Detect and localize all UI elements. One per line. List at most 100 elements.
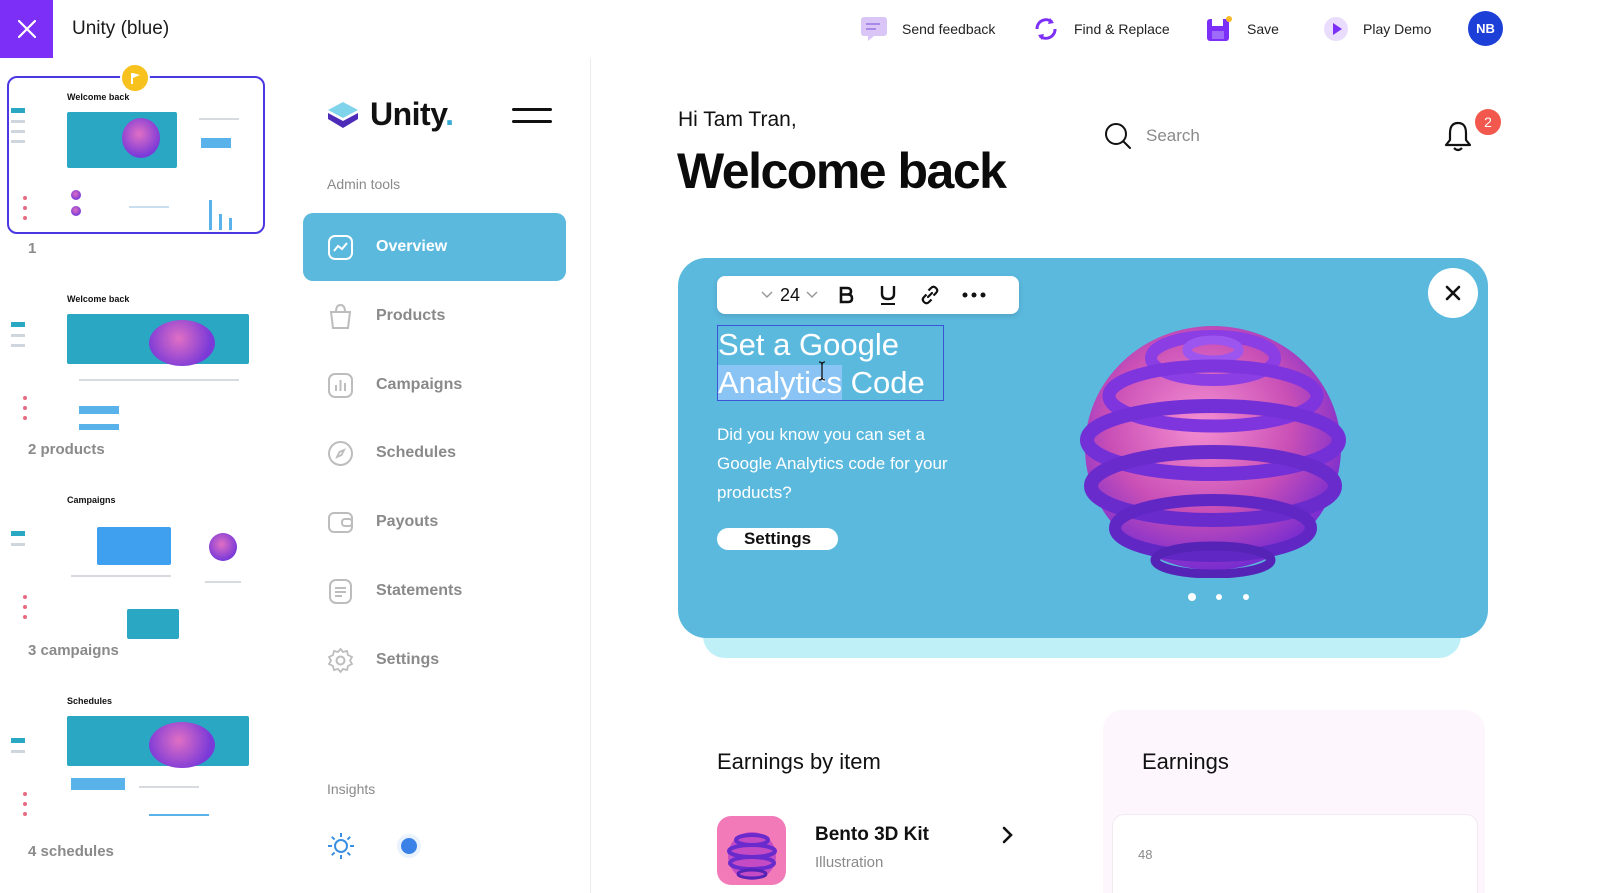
mini-bar <box>229 218 232 230</box>
mini-dot <box>23 416 27 420</box>
comment-pin[interactable] <box>120 63 150 93</box>
item-name: Bento 3D Kit <box>815 824 929 845</box>
close-button[interactable] <box>0 0 53 58</box>
sidebar-item-schedules[interactable]: Schedules <box>303 419 566 487</box>
mini-blob <box>209 533 237 561</box>
font-size-value: 24 <box>779 284 801 305</box>
mini-dot <box>23 216 27 220</box>
mini-stat <box>71 778 125 790</box>
sidebar-item-label: Campaigns <box>376 376 463 393</box>
find-replace-button[interactable]: Find & Replace <box>1032 14 1170 44</box>
wallet-icon <box>327 509 354 536</box>
mini-title: Schedules <box>67 696 113 706</box>
item-thumbnail <box>717 816 786 885</box>
font-family-select[interactable] <box>717 276 775 314</box>
link-button[interactable] <box>907 276 953 314</box>
close-icon <box>1445 285 1461 301</box>
play-demo-button[interactable]: Play Demo <box>1323 14 1431 44</box>
logo[interactable]: Unity. <box>326 96 454 133</box>
send-feedback-button[interactable]: Send feedback <box>860 14 995 44</box>
menu-line <box>512 108 552 111</box>
chevron-down-icon <box>761 291 773 299</box>
search-input[interactable] <box>1146 126 1296 146</box>
carousel-dot[interactable] <box>1216 594 1222 600</box>
mini-dot <box>23 595 27 599</box>
carousel-dot[interactable] <box>1243 594 1249 600</box>
mini-blob <box>122 118 160 158</box>
font-size-select[interactable]: 24 <box>775 276 823 314</box>
mini-line <box>79 379 239 381</box>
text-cursor-icon <box>818 361 826 381</box>
greeting: Hi Tam Tran, <box>678 108 797 131</box>
hero-heading[interactable]: Set a Google Analytics Code <box>718 326 958 402</box>
sidebar-item-payouts[interactable]: Payouts <box>303 488 566 556</box>
mini-nav <box>11 344 25 347</box>
save-label: Save <box>1247 21 1279 37</box>
carousel-dot[interactable] <box>1188 593 1196 601</box>
sidebar-item-overview[interactable]: Overview <box>303 213 566 281</box>
logo-word: Unity <box>370 96 446 132</box>
earnings-title: Earnings <box>1142 749 1229 774</box>
hero-card: 24 Set a Google Analytics Code Did you k… <box>678 258 1488 638</box>
theme-toggle[interactable] <box>401 838 417 854</box>
notification-badge: 2 <box>1473 107 1503 137</box>
sphere-illustration <box>1080 326 1346 578</box>
sidebar-item-products[interactable]: Products <box>303 282 566 350</box>
underline-button[interactable] <box>869 276 907 314</box>
mini-dot <box>23 206 27 210</box>
slide-thumbnail-3[interactable]: Campaigns <box>9 485 263 639</box>
mini-line <box>149 814 209 816</box>
sidebar-item-label: Products <box>376 307 446 324</box>
logo-text: Unity. <box>370 96 454 133</box>
menu-button[interactable] <box>512 108 552 126</box>
sidebar-item-statements[interactable]: Statements <box>303 557 566 625</box>
refresh-icon <box>1035 18 1057 40</box>
gear-icon <box>327 647 354 674</box>
notifications-button[interactable] <box>1443 120 1473 152</box>
sphere-thumbnail <box>727 832 777 880</box>
sun-icon[interactable] <box>326 831 356 866</box>
mini-line <box>205 581 241 583</box>
hero-close-button[interactable] <box>1428 268 1478 318</box>
chevron-right-icon <box>1002 826 1013 844</box>
chart-icon <box>327 234 354 261</box>
search-box[interactable] <box>1104 122 1296 150</box>
mini-nav <box>11 543 25 546</box>
compass-icon <box>327 440 354 467</box>
mini-blob <box>149 722 215 768</box>
more-icon <box>962 292 986 298</box>
sidebar-item-settings[interactable]: Settings <box>303 626 566 694</box>
close-icon <box>17 19 36 39</box>
hero-description: Did you know you can set a Google Analyt… <box>717 425 948 502</box>
mini-stat <box>201 138 231 148</box>
slide-thumbnail-4[interactable]: Schedules <box>9 686 263 840</box>
send-feedback-label: Send feedback <box>902 21 996 37</box>
more-options-button[interactable] <box>953 276 995 314</box>
sidebar-item-label: Settings <box>376 651 440 668</box>
mini-title: Campaigns <box>67 495 116 505</box>
slide-thumbnail-2[interactable]: Welcome back <box>9 284 263 438</box>
document-title: Unity (blue) <box>72 18 170 39</box>
sidebar-item-label: Payouts <box>376 513 439 530</box>
hero-settings-button[interactable]: Settings <box>717 528 838 550</box>
mini-bar <box>219 214 222 230</box>
find-replace-label: Find & Replace <box>1074 21 1170 37</box>
bold-button[interactable] <box>823 276 869 314</box>
mini-nav <box>11 334 25 337</box>
logo-dot: . <box>445 96 454 132</box>
play-demo-label: Play Demo <box>1363 21 1432 37</box>
mini-nav <box>11 738 25 743</box>
mini-dot <box>23 792 27 796</box>
slide-thumbnail-1[interactable]: Welcome back <box>7 76 265 234</box>
thumbnail-label: 4 schedules <box>28 843 114 860</box>
item-details-button[interactable] <box>1001 826 1015 849</box>
section-label-admin: Admin tools <box>327 176 401 192</box>
avatar[interactable]: NB <box>1468 11 1503 46</box>
thumbnail-label: 2 products <box>28 441 105 458</box>
mini-line <box>129 206 169 208</box>
save-button[interactable]: Save <box>1205 14 1279 44</box>
mini-nav <box>11 531 25 536</box>
earnings-by-item-title: Earnings by item <box>717 749 881 774</box>
mini-blob <box>71 206 81 216</box>
sidebar-item-campaigns[interactable]: Campaigns <box>303 351 566 419</box>
